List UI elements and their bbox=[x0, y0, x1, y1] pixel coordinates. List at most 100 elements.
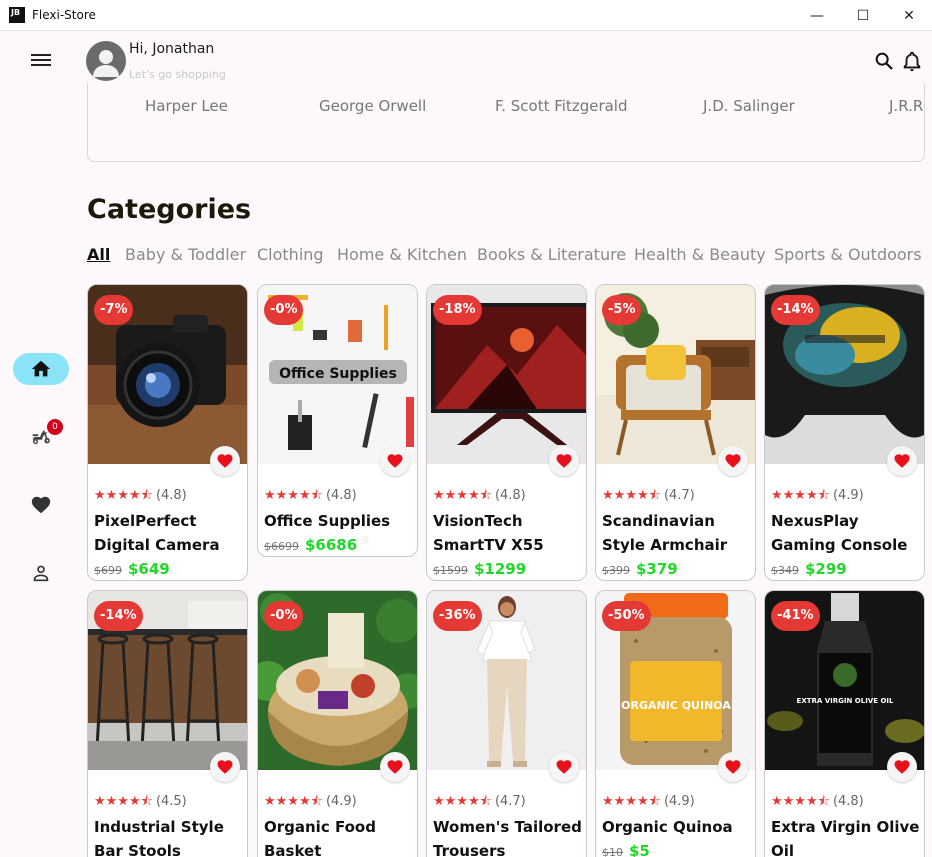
rating: ★★★★⯪ (4.9) bbox=[264, 792, 357, 814]
favorite-button[interactable] bbox=[887, 446, 917, 476]
product-card[interactable]: -7% ★★★★⯪ (4.8) PixelPerfect Digital Came… bbox=[87, 284, 248, 581]
discount-badge: -41% bbox=[771, 601, 820, 631]
window-titlebar: JB Flexi-Store — ☐ ✕ bbox=[0, 0, 932, 31]
star-icons: ★★★★⯪ bbox=[433, 488, 492, 503]
nav-profile[interactable] bbox=[13, 557, 69, 589]
product-card[interactable]: -36% ★★★★⯪ (4.7) Women's Tailored Trouser… bbox=[426, 590, 587, 857]
author-item[interactable]: J.R.R. bbox=[889, 97, 924, 115]
greeting-text: Hi, Jonathan bbox=[129, 41, 215, 57]
product-card[interactable]: ORGANIC QUINOA -50% ★★★★⯪ (4.9) Organic Q… bbox=[595, 590, 756, 857]
nav-home[interactable] bbox=[13, 353, 69, 385]
product-image-label: ORGANIC QUINOA bbox=[621, 699, 731, 712]
cart-badge: 0 bbox=[47, 419, 63, 435]
discount-badge: -0% bbox=[264, 601, 304, 631]
discount-badge: -0% bbox=[264, 295, 304, 325]
author-item[interactable]: George Orwell bbox=[319, 97, 426, 115]
discount-badge: -14% bbox=[94, 601, 143, 631]
product-name: Organic Quinoa bbox=[602, 818, 733, 836]
product-card[interactable]: -14% ★★★★⯪ (4.5) Industrial Style Bar Sto… bbox=[87, 590, 248, 857]
price-row: $699 $649 bbox=[94, 559, 170, 578]
author-item[interactable]: Harper Lee bbox=[145, 97, 228, 115]
heart-icon bbox=[387, 760, 403, 774]
product-card[interactable]: Office Supplies -0% ★★★★⯪ (4.8) Office Su… bbox=[257, 284, 418, 557]
product-name: Scandinavian Style Armchair bbox=[602, 512, 728, 554]
authors-carousel[interactable]: Harper Lee George Orwell F. Scott Fitzge… bbox=[87, 83, 925, 162]
heart-icon bbox=[556, 760, 572, 774]
tab-clothing[interactable]: Clothing bbox=[257, 245, 324, 264]
favorite-button[interactable] bbox=[380, 446, 410, 476]
tab-health-beauty[interactable]: Health & Beauty bbox=[634, 245, 766, 264]
tab-baby-toddler[interactable]: Baby & Toddler bbox=[125, 245, 246, 264]
star-icons: ★★★★⯪ bbox=[602, 488, 661, 503]
heart-icon bbox=[217, 760, 233, 774]
author-item[interactable]: F. Scott Fitzgerald bbox=[495, 97, 628, 115]
menu-icon[interactable] bbox=[29, 51, 53, 69]
sale-price: $379 bbox=[636, 560, 678, 578]
rating: ★★★★⯪ (4.9) bbox=[771, 486, 864, 508]
price-row: $10 $5 bbox=[602, 841, 650, 857]
heart-icon bbox=[31, 496, 51, 514]
favorite-button[interactable] bbox=[380, 752, 410, 782]
discount-badge: -36% bbox=[433, 601, 482, 631]
heart-icon bbox=[387, 454, 403, 468]
author-item[interactable]: J.D. Salinger bbox=[703, 97, 795, 115]
rating: ★★★★⯪ (4.7) bbox=[433, 792, 526, 814]
maximize-button[interactable]: ☐ bbox=[840, 0, 886, 31]
rating: ★★★★⯪ (4.8) bbox=[94, 486, 187, 508]
app-icon: JB bbox=[9, 7, 25, 23]
product-card[interactable]: EXTRA VIRGIN OLIVE OIL -41% ★★★★⯪ (4.8) E… bbox=[764, 590, 925, 857]
categories-heading: Categories bbox=[87, 194, 252, 225]
rating-value: (4.9) bbox=[663, 794, 695, 809]
tab-all[interactable]: All bbox=[87, 245, 110, 264]
product-image-label: Office Supplies bbox=[279, 366, 397, 382]
discount-badge: -50% bbox=[602, 601, 651, 631]
tab-books-literature[interactable]: Books & Literature bbox=[477, 245, 626, 264]
product-name: Women's Tailored Trousers bbox=[433, 818, 582, 857]
favorite-button[interactable] bbox=[718, 446, 748, 476]
nav-favorites[interactable] bbox=[13, 489, 69, 521]
favorite-button[interactable] bbox=[210, 446, 240, 476]
favorite-button[interactable] bbox=[718, 752, 748, 782]
rating-value: (4.9) bbox=[325, 794, 357, 809]
price-row: $6699 $6686 bbox=[264, 535, 357, 554]
product-card[interactable]: -5% ★★★★⯪ (4.7) Scandinavian Style Armcha… bbox=[595, 284, 756, 581]
avatar[interactable] bbox=[86, 41, 126, 81]
star-icons: ★★★★⯪ bbox=[433, 794, 492, 809]
favorite-button[interactable] bbox=[549, 446, 579, 476]
window-controls: — ☐ ✕ bbox=[794, 0, 932, 31]
favorite-button[interactable] bbox=[210, 752, 240, 782]
star-icons: ★★★★⯪ bbox=[264, 794, 323, 809]
product-name: Organic Food Basket bbox=[264, 818, 376, 857]
heart-icon bbox=[725, 760, 741, 774]
heart-icon bbox=[217, 454, 233, 468]
heart-icon bbox=[556, 454, 572, 468]
tab-home-kitchen[interactable]: Home & Kitchen bbox=[337, 245, 467, 264]
rating: ★★★★⯪ (4.7) bbox=[602, 486, 695, 508]
product-card[interactable]: -18% ★★★★⯪ (4.8) VisionTech SmartTV X55 $… bbox=[426, 284, 587, 581]
product-name: Extra Virgin Olive Oil bbox=[771, 818, 920, 857]
product-card[interactable]: -14% ★★★★⯪ (4.9) NexusPlay Gaming Console… bbox=[764, 284, 925, 581]
product-name: NexusPlay Gaming Console bbox=[771, 512, 908, 554]
rating-value: (4.7) bbox=[494, 794, 526, 809]
search-icon[interactable] bbox=[873, 50, 895, 72]
tab-sports-outdoors[interactable]: Sports & Outdoors bbox=[774, 245, 922, 264]
rating: ★★★★⯪ (4.8) bbox=[264, 486, 357, 508]
product-image-label: EXTRA VIRGIN OLIVE OIL bbox=[797, 697, 894, 705]
rating-value: (4.5) bbox=[155, 794, 187, 809]
product-name: Industrial Style Bar Stools bbox=[94, 818, 224, 857]
product-card[interactable]: -0% ★★★★⯪ (4.9) Organic Food Basket bbox=[257, 590, 418, 857]
original-price: $1599 bbox=[433, 564, 468, 577]
discount-badge: -7% bbox=[94, 295, 134, 325]
user-avatar-icon bbox=[93, 50, 119, 77]
heart-icon bbox=[725, 454, 741, 468]
nav-orders[interactable]: 0 bbox=[13, 419, 69, 453]
star-icons: ★★★★⯪ bbox=[94, 488, 153, 503]
close-button[interactable]: ✕ bbox=[886, 0, 932, 31]
sale-price: $299 bbox=[805, 560, 847, 578]
favorite-button[interactable] bbox=[887, 752, 917, 782]
rating-value: (4.8) bbox=[325, 488, 357, 503]
minimize-button[interactable]: — bbox=[794, 0, 840, 31]
favorite-button[interactable] bbox=[549, 752, 579, 782]
bell-icon[interactable] bbox=[901, 50, 923, 72]
star-icons: ★★★★⯪ bbox=[771, 488, 830, 503]
